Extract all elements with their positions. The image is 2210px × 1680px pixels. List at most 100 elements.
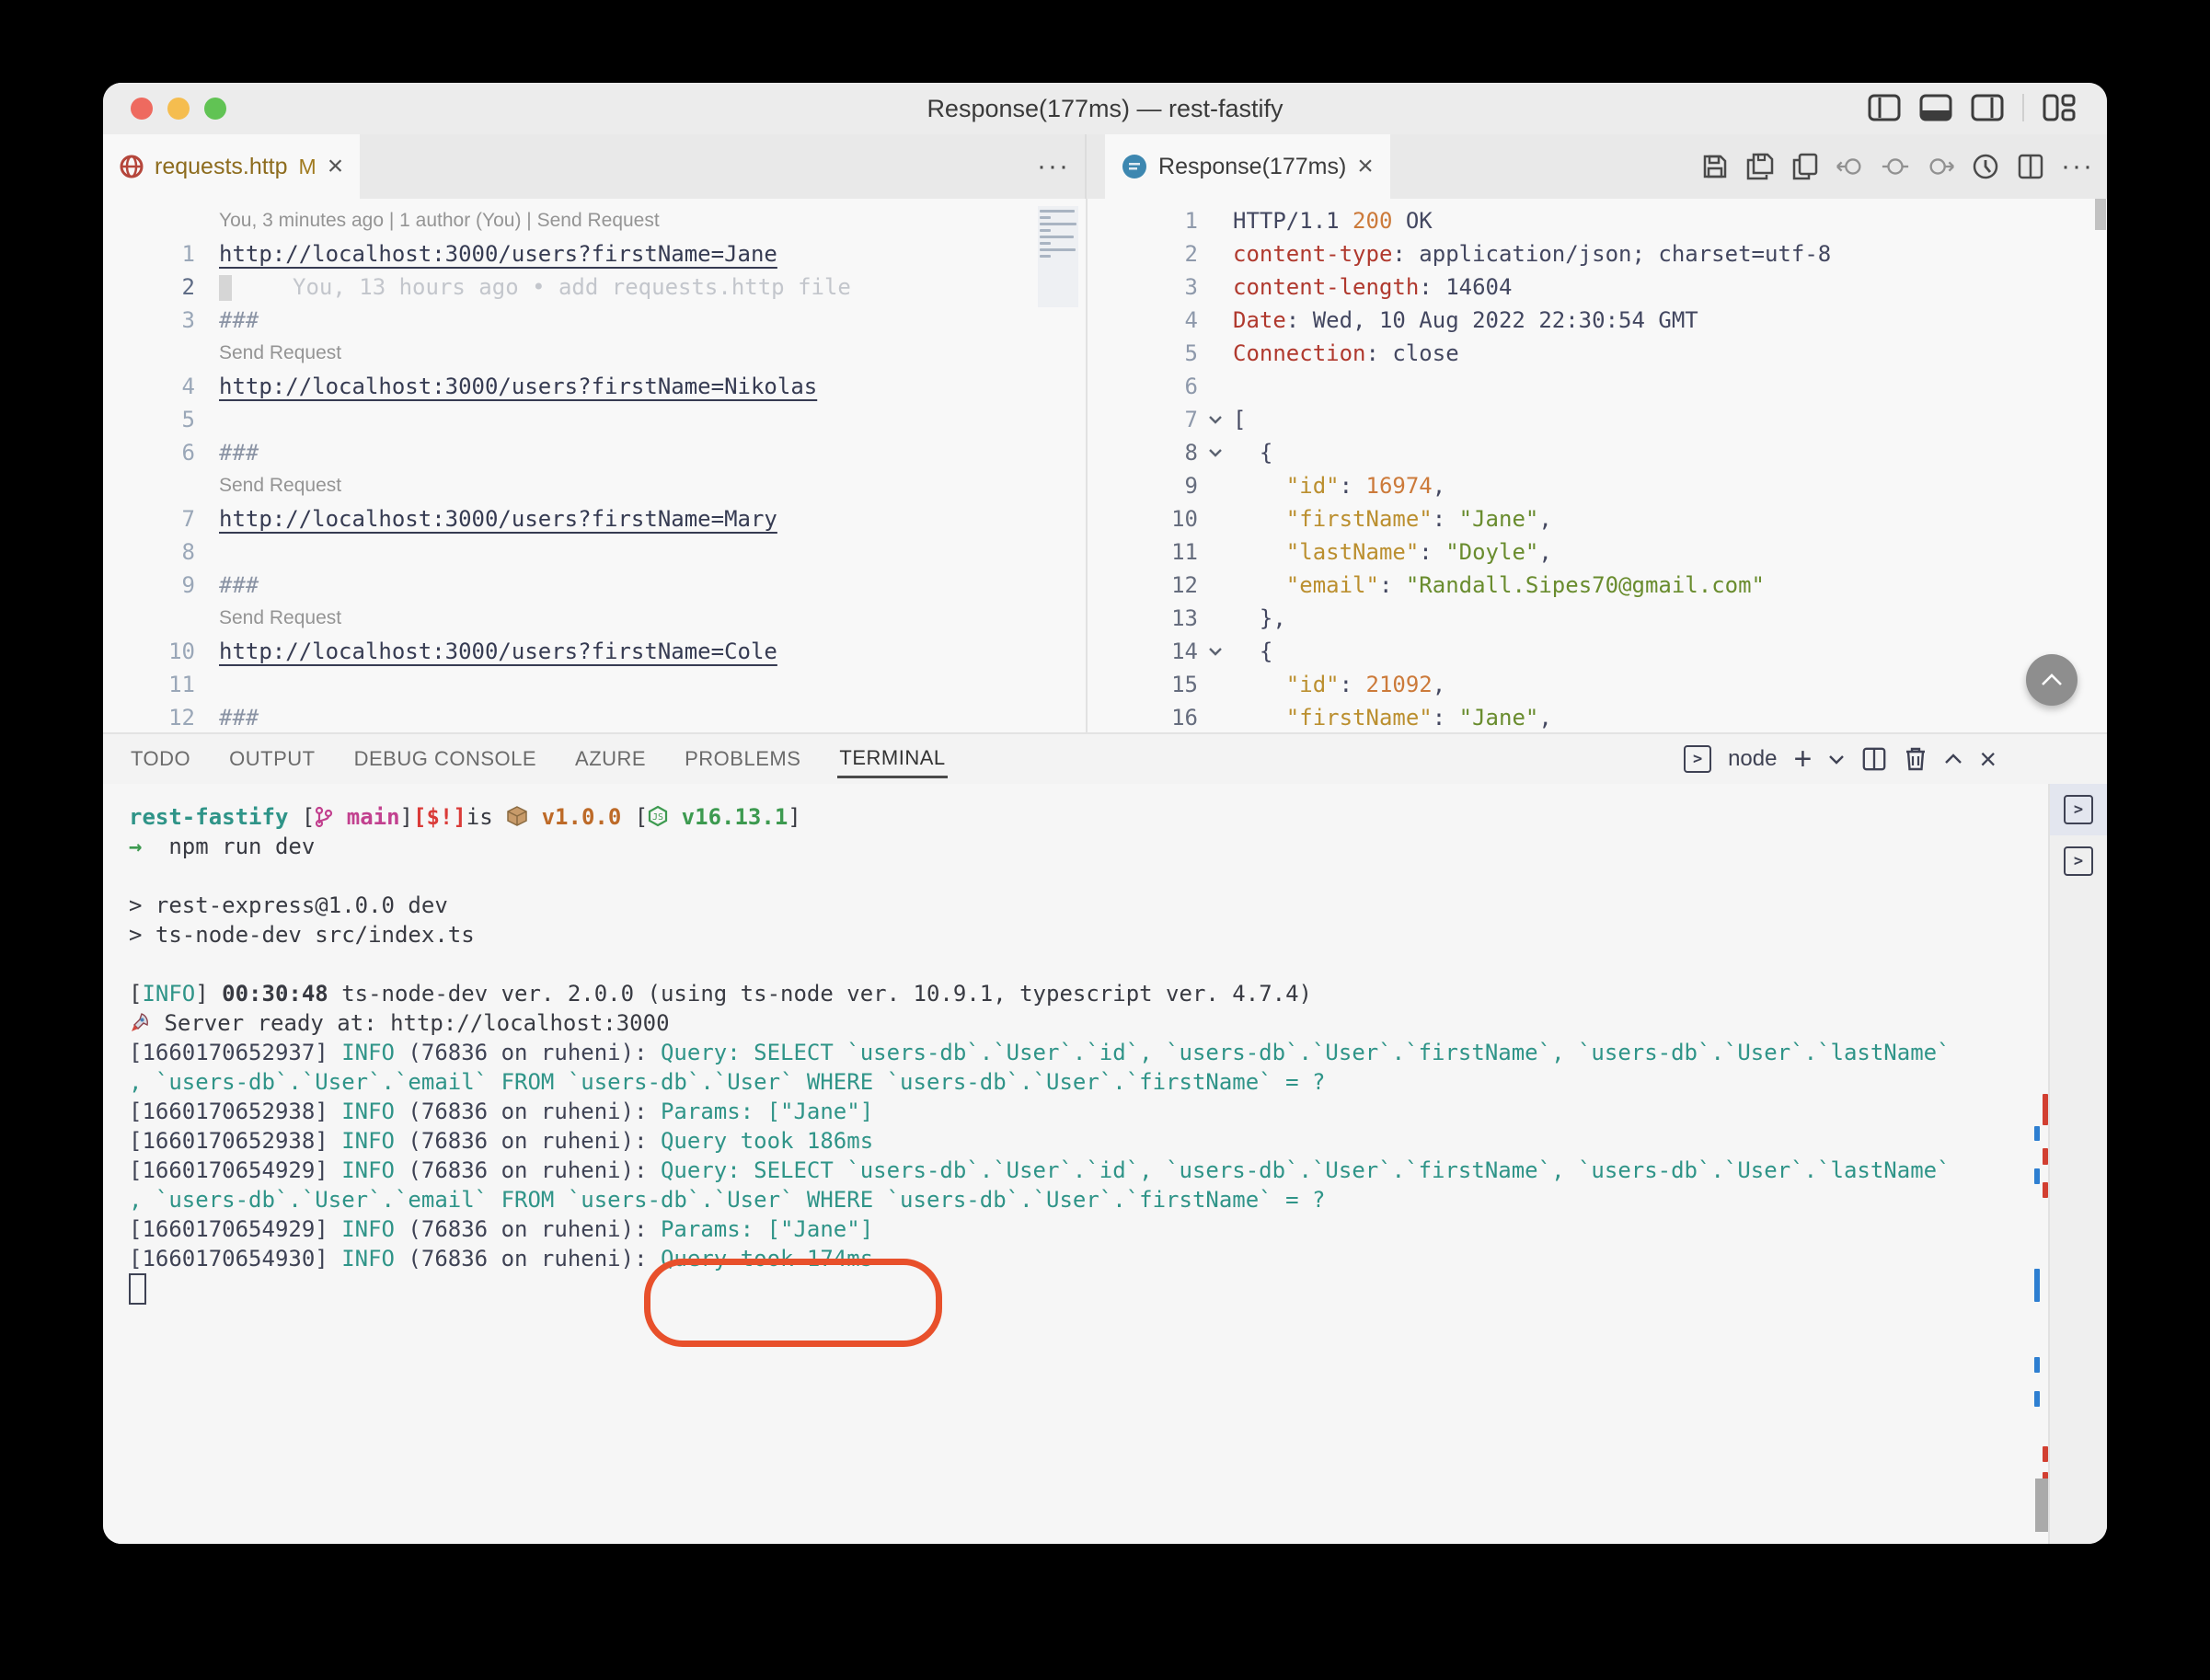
header-name: Date: [1233, 307, 1286, 333]
rocket-icon: [129, 1010, 151, 1036]
request-separator: ###: [219, 705, 259, 731]
status-text: OK: [1392, 208, 1433, 234]
terminal-ready-line: Server ready at: http://localhost:3000: [129, 1008, 2035, 1038]
editor-scrollbar-thumb[interactable]: [2095, 199, 2106, 230]
panel-tab-problems[interactable]: PROBLEMS: [683, 742, 802, 777]
json-string: "Jane": [1458, 705, 1539, 731]
split-editor-icon[interactable]: [2016, 152, 2045, 181]
terminal-log-line: [1660170652937] INFO (76836 on ruheni): …: [129, 1040, 1951, 1065]
terminal-dropdown-chevron-icon[interactable]: [1828, 743, 1845, 775]
line-number: 1: [181, 241, 195, 267]
request-separator: ###: [219, 440, 259, 466]
json-key: "id": [1285, 473, 1340, 499]
panel-tab-output[interactable]: OUTPUT: [227, 742, 317, 777]
header-value: : Wed, 10 Aug 2022 22:30:54 GMT: [1285, 307, 1698, 333]
line-number: 13: [1171, 605, 1198, 631]
editor-requests-http[interactable]: You, 3 minutes ago | 1 author (You) | Se…: [103, 199, 1086, 732]
previous-change-icon[interactable]: [1836, 152, 1865, 181]
codelens-send-request-link[interactable]: Send Request: [219, 607, 341, 628]
json-key: "email": [1285, 572, 1379, 598]
request-url-link[interactable]: http://localhost:3000/users?firstName=Ni…: [219, 374, 817, 399]
desktop-background: { "titlebar": {"title": "Response(177ms)…: [0, 0, 2210, 1680]
header-value: : application/json; charset=utf-8: [1392, 241, 1832, 267]
codelens-send-request-link[interactable]: Send Request: [537, 210, 660, 231]
panel-tab-debug-console[interactable]: DEBUG CONSOLE: [352, 742, 538, 777]
open-changes-icon[interactable]: [1790, 152, 1820, 181]
tab-requests-http[interactable]: requests.http M ×: [103, 134, 361, 199]
codelens-blame: You, 3 minutes ago | 1 author (You) |: [219, 210, 537, 231]
terminal-tab-item[interactable]: >: [2050, 784, 2107, 835]
request-url-link[interactable]: http://localhost:3000/users?firstName=Ja…: [219, 241, 777, 267]
panel-tab-azure[interactable]: AZURE: [573, 742, 648, 777]
terminal-output-line: > ts-node-dev src/index.ts: [129, 922, 475, 948]
titlebar: Response(177ms) — rest-fastify: [103, 83, 2107, 134]
text-cursor: [219, 275, 232, 301]
maximize-panel-icon[interactable]: [1944, 743, 1963, 775]
terminal-shell-icon[interactable]: >: [1684, 743, 1712, 775]
terminal-log-line: [1660170654930] INFO (76836 on ruheni): …: [129, 1246, 874, 1272]
line-number: 8: [1184, 440, 1198, 466]
panel-tab-todo[interactable]: TODO: [129, 742, 192, 777]
line-number: 3: [181, 307, 195, 333]
http-protocol: HTTP/1.1: [1233, 208, 1353, 234]
codelens-send-request-link[interactable]: Send Request: [219, 475, 341, 496]
line-number: 16: [1171, 705, 1198, 731]
close-icon[interactable]: ×: [328, 153, 344, 180]
json-key: "firstName": [1285, 506, 1433, 532]
terminal-cursor: [129, 1273, 146, 1305]
shell-name-label[interactable]: node: [1728, 746, 1777, 772]
change-indicator-icon[interactable]: [1881, 152, 1910, 181]
titlebar-separator: [2022, 94, 2024, 121]
window-title: Response(177ms) — rest-fastify: [927, 95, 1283, 122]
toggle-sidebar-icon[interactable]: [1868, 94, 1901, 121]
terminal-log-line: [1660170654929] INFO (76836 on ruheni): …: [129, 1216, 874, 1242]
close-panel-icon[interactable]: ×: [1979, 743, 1997, 775]
line-number: 15: [1171, 672, 1198, 697]
line-number: 8: [181, 539, 195, 565]
kill-terminal-icon[interactable]: [1904, 743, 1928, 775]
new-terminal-icon[interactable]: +: [1793, 743, 1812, 775]
http-file-icon: [120, 155, 144, 178]
line-number: 5: [181, 407, 195, 432]
minimap[interactable]: [1038, 206, 1078, 307]
next-change-icon[interactable]: [1926, 152, 1955, 181]
save-all-icon[interactable]: [1745, 152, 1775, 181]
customize-layout-icon[interactable]: [2043, 94, 2076, 121]
editor-response[interactable]: 1 HTTP/1.1 200 OK 2 content-type: applicat…: [1088, 199, 2107, 732]
bottom-panel: TODO OUTPUT DEBUG CONSOLE AZURE PROBLEMS…: [103, 732, 2107, 1544]
scroll-to-top-button[interactable]: [2026, 654, 2078, 706]
terminal-scrollbar-thumb[interactable]: [2035, 1479, 2048, 1532]
terminal-view[interactable]: rest-fastify [ main][$!]is v1.0.0 [JS v1…: [103, 784, 2107, 1544]
json-bracket: [: [1233, 407, 1247, 432]
json-brace: {: [1233, 440, 1273, 466]
editor-tab-bar: requests.http M × ··· Response(177ms) ×: [103, 134, 2107, 199]
close-icon[interactable]: ×: [1357, 153, 1374, 180]
panel-tab-terminal[interactable]: TERMINAL: [837, 741, 948, 778]
line-number: 5: [1184, 340, 1198, 366]
request-url-link[interactable]: http://localhost:3000/users?firstName=Co…: [219, 639, 777, 664]
more-actions-icon[interactable]: ···: [1037, 134, 1070, 199]
split-terminal-icon[interactable]: [1861, 743, 1887, 775]
codelens-send-request-link[interactable]: Send Request: [219, 342, 341, 363]
more-actions-icon[interactable]: ···: [2061, 151, 2094, 182]
fold-chevron-icon[interactable]: [1203, 635, 1227, 668]
toggle-secondary-sidebar-icon[interactable]: [1971, 94, 2004, 121]
fold-chevron-icon[interactable]: [1203, 403, 1227, 436]
line-number: 2: [181, 274, 195, 300]
header-value: : close: [1365, 340, 1459, 366]
line-number: 7: [181, 506, 195, 532]
save-icon[interactable]: [1700, 152, 1730, 181]
annotation-ellipse: [644, 1259, 942, 1347]
json-key: "id": [1285, 672, 1340, 697]
timeline-history-icon[interactable]: [1971, 152, 2000, 181]
json-brace: {: [1233, 639, 1273, 664]
request-url-link[interactable]: http://localhost:3000/users?firstName=Ma…: [219, 506, 777, 532]
fold-chevron-icon[interactable]: [1203, 436, 1227, 469]
terminal-tab-item[interactable]: >: [2050, 835, 2107, 887]
line-number: 9: [1184, 473, 1198, 499]
toggle-panel-icon[interactable]: [1919, 94, 1952, 121]
terminal-log-line: [1660170654929] INFO (76836 on ruheni): …: [129, 1157, 1951, 1183]
header-name: content-type: [1233, 241, 1393, 267]
svg-text:JS: JS: [652, 812, 663, 823]
tab-response[interactable]: Response(177ms) ×: [1105, 134, 1390, 199]
